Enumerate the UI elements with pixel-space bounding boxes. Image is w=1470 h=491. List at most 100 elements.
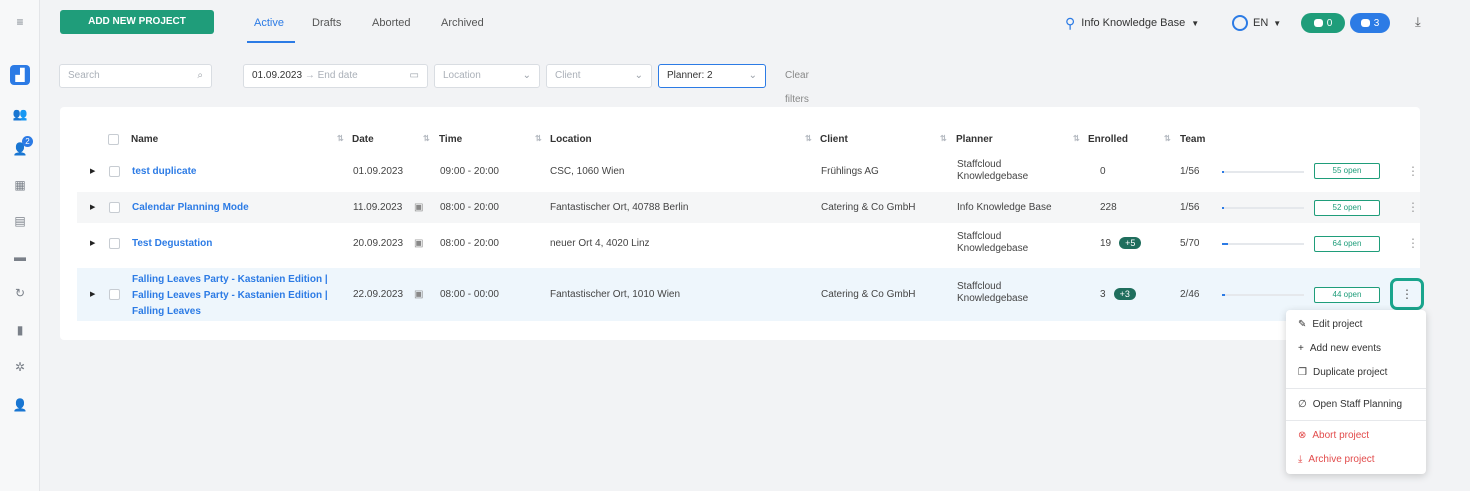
calendar-icon[interactable]: ▦ <box>10 175 30 195</box>
header-planner[interactable]: Planner <box>956 134 993 145</box>
row-date: 22.09.2023 <box>353 289 404 300</box>
row-team-count: 1/56 <box>1180 166 1200 177</box>
row-enrolled: 3 +3 <box>1100 288 1136 300</box>
planner-line: Knowledgebase <box>957 171 1029 182</box>
notification-count-pill[interactable]: 3 <box>1350 13 1390 33</box>
row-location: neuer Ort 4, 4020 Linz <box>550 238 650 249</box>
caret-down-icon: ▼ <box>1273 18 1282 28</box>
calendar-icon: ▣ <box>414 202 424 213</box>
planner-line: Knowledgebase <box>957 243 1029 254</box>
tab-aborted[interactable]: Aborted <box>372 17 411 29</box>
open-slots-tag: 44 open <box>1314 287 1380 303</box>
more-options-icon[interactable]: ⋮ <box>1407 164 1419 178</box>
select-all-checkbox[interactable] <box>108 134 119 145</box>
header-client[interactable]: Client <box>820 134 848 145</box>
header-enrolled[interactable]: Enrolled <box>1088 134 1128 145</box>
cancel-circle-icon: ⊗ <box>1298 430 1307 441</box>
tab-active[interactable]: Active <box>254 17 284 29</box>
row-client: Catering & Co GmbH <box>821 202 916 213</box>
header-name[interactable]: Name <box>131 134 158 145</box>
header-team[interactable]: Team <box>1180 134 1205 145</box>
user-menu[interactable]: ⚲ Info Knowledge Base ▼ <box>1065 13 1199 33</box>
name-line: Falling Leaves Party - Kastanien Edition… <box>132 290 328 301</box>
expand-caret-icon[interactable]: ▶ <box>90 203 95 211</box>
table-row[interactable]: ▶ Falling Leaves Party - Kastanien Editi… <box>77 267 1424 321</box>
expand-caret-icon[interactable]: ▶ <box>90 167 95 175</box>
sync-icon[interactable]: ↻ <box>10 283 30 303</box>
table-header: Name ⇅ Date ⇅ Time ⇅ Location ⇅ Client ⇅… <box>60 129 1420 151</box>
building-icon[interactable]: ▤ <box>10 211 30 231</box>
project-name-link[interactable]: Test Degustation <box>132 238 212 249</box>
planner-select[interactable]: Planner: 2 ⌄ <box>658 64 766 88</box>
money-icon[interactable]: ▬ <box>10 247 30 267</box>
dashboard-chart-icon[interactable]: ▟ <box>10 65 30 85</box>
row-time: 08:00 - 20:00 <box>440 202 499 213</box>
globe-icon <box>1232 15 1248 31</box>
row-checkbox[interactable] <box>109 238 120 249</box>
tab-drafts[interactable]: Drafts <box>312 17 341 29</box>
user-settings-icon[interactable]: 👤 <box>10 395 30 415</box>
planner-line: Staffcloud <box>957 159 1002 170</box>
add-new-project-button[interactable]: ADD NEW PROJECT <box>60 10 214 34</box>
row-time: 09:00 - 20:00 <box>440 166 499 177</box>
row-time: 08:00 - 20:00 <box>440 238 499 249</box>
progress-fill <box>1222 207 1224 209</box>
table-row[interactable]: ▶ Calendar Planning Mode 11.09.2023 ▣ 08… <box>77 191 1420 223</box>
team-progress-bar <box>1222 171 1304 173</box>
menu-item-open-staff-planning[interactable]: ∅ Open Staff Planning <box>1298 399 1402 410</box>
more-options-icon[interactable]: ⋮ <box>1407 200 1419 214</box>
sort-icon[interactable]: ⇅ <box>805 134 812 143</box>
sort-icon[interactable]: ⇅ <box>1073 134 1080 143</box>
extra-enrolled-badge: +3 <box>1113 288 1136 300</box>
menu-item-edit-project[interactable]: ✎ Edit project <box>1298 319 1362 330</box>
search-input[interactable]: Search ⌕ <box>59 64 212 88</box>
row-checkbox[interactable] <box>109 289 120 300</box>
expand-caret-icon[interactable]: ▶ <box>90 290 95 298</box>
table-row[interactable]: ▶ Test Degustation 20.09.2023 ▣ 08:00 - … <box>77 226 1420 260</box>
hamburger-menu-icon[interactable]: ≡ <box>10 12 30 32</box>
settings-gear-icon[interactable]: ✲ <box>10 357 30 377</box>
row-team-count: 2/46 <box>1180 289 1200 300</box>
row-time: 08:00 - 00:00 <box>440 289 499 300</box>
table-row[interactable]: ▶ test duplicate 01.09.2023 09:00 - 20:0… <box>77 154 1420 188</box>
menu-item-archive-project[interactable]: ⤓ Archive project <box>1298 454 1375 465</box>
user-requests-icon[interactable]: 👤 2 <box>10 136 33 159</box>
project-name-link[interactable]: test duplicate <box>132 166 196 177</box>
open-slots-tag: 52 open <box>1314 200 1380 216</box>
more-options-icon[interactable]: ⋮ <box>1407 236 1419 250</box>
start-date: 01.09.2023 <box>252 70 303 81</box>
language-menu[interactable]: EN ▼ <box>1232 13 1281 33</box>
client-select[interactable]: Client ⌄ <box>546 64 652 88</box>
sort-icon[interactable]: ⇅ <box>1164 134 1171 143</box>
chat-count-pill[interactable]: 0 <box>1301 13 1345 33</box>
expand-caret-icon[interactable]: ▶ <box>90 239 95 247</box>
header-time[interactable]: Time <box>439 134 462 145</box>
row-checkbox[interactable] <box>109 166 120 177</box>
more-options-icon[interactable]: ⋮ <box>1390 278 1424 310</box>
location-select[interactable]: Location ⌄ <box>434 64 540 88</box>
sort-icon[interactable]: ⇅ <box>337 134 344 143</box>
sort-icon[interactable]: ⇅ <box>423 134 430 143</box>
team-progress-bar <box>1222 294 1304 296</box>
location-placeholder: Location <box>443 70 481 81</box>
menu-item-add-events[interactable]: + Add new events <box>1298 343 1381 354</box>
menu-divider <box>1286 420 1426 421</box>
tab-archived[interactable]: Archived <box>441 17 484 29</box>
date-range-picker[interactable]: 01.09.2023 → End date ▭ <box>243 64 428 88</box>
sort-icon[interactable]: ⇅ <box>535 134 542 143</box>
row-team-count: 1/56 <box>1180 202 1200 213</box>
project-name-link[interactable]: Falling Leaves Party - Kastanien Edition… <box>132 272 328 320</box>
clear-filters-link[interactable]: Clear filters <box>785 64 809 112</box>
sort-icon[interactable]: ⇅ <box>940 134 947 143</box>
users-icon[interactable]: 👥 <box>10 104 30 124</box>
menu-label: Abort project <box>1312 430 1370 441</box>
download-icon[interactable]: ⤓ <box>1415 14 1421 30</box>
menu-item-duplicate-project[interactable]: ❐ Duplicate project <box>1298 367 1387 378</box>
row-checkbox[interactable] <box>109 202 120 213</box>
document-icon[interactable]: ▮ <box>10 320 30 340</box>
menu-item-abort-project[interactable]: ⊗ Abort project <box>1298 430 1369 441</box>
header-location[interactable]: Location <box>550 134 592 145</box>
project-name-link[interactable]: Calendar Planning Mode <box>132 202 249 213</box>
progress-fill <box>1222 294 1226 296</box>
header-date[interactable]: Date <box>352 134 374 145</box>
